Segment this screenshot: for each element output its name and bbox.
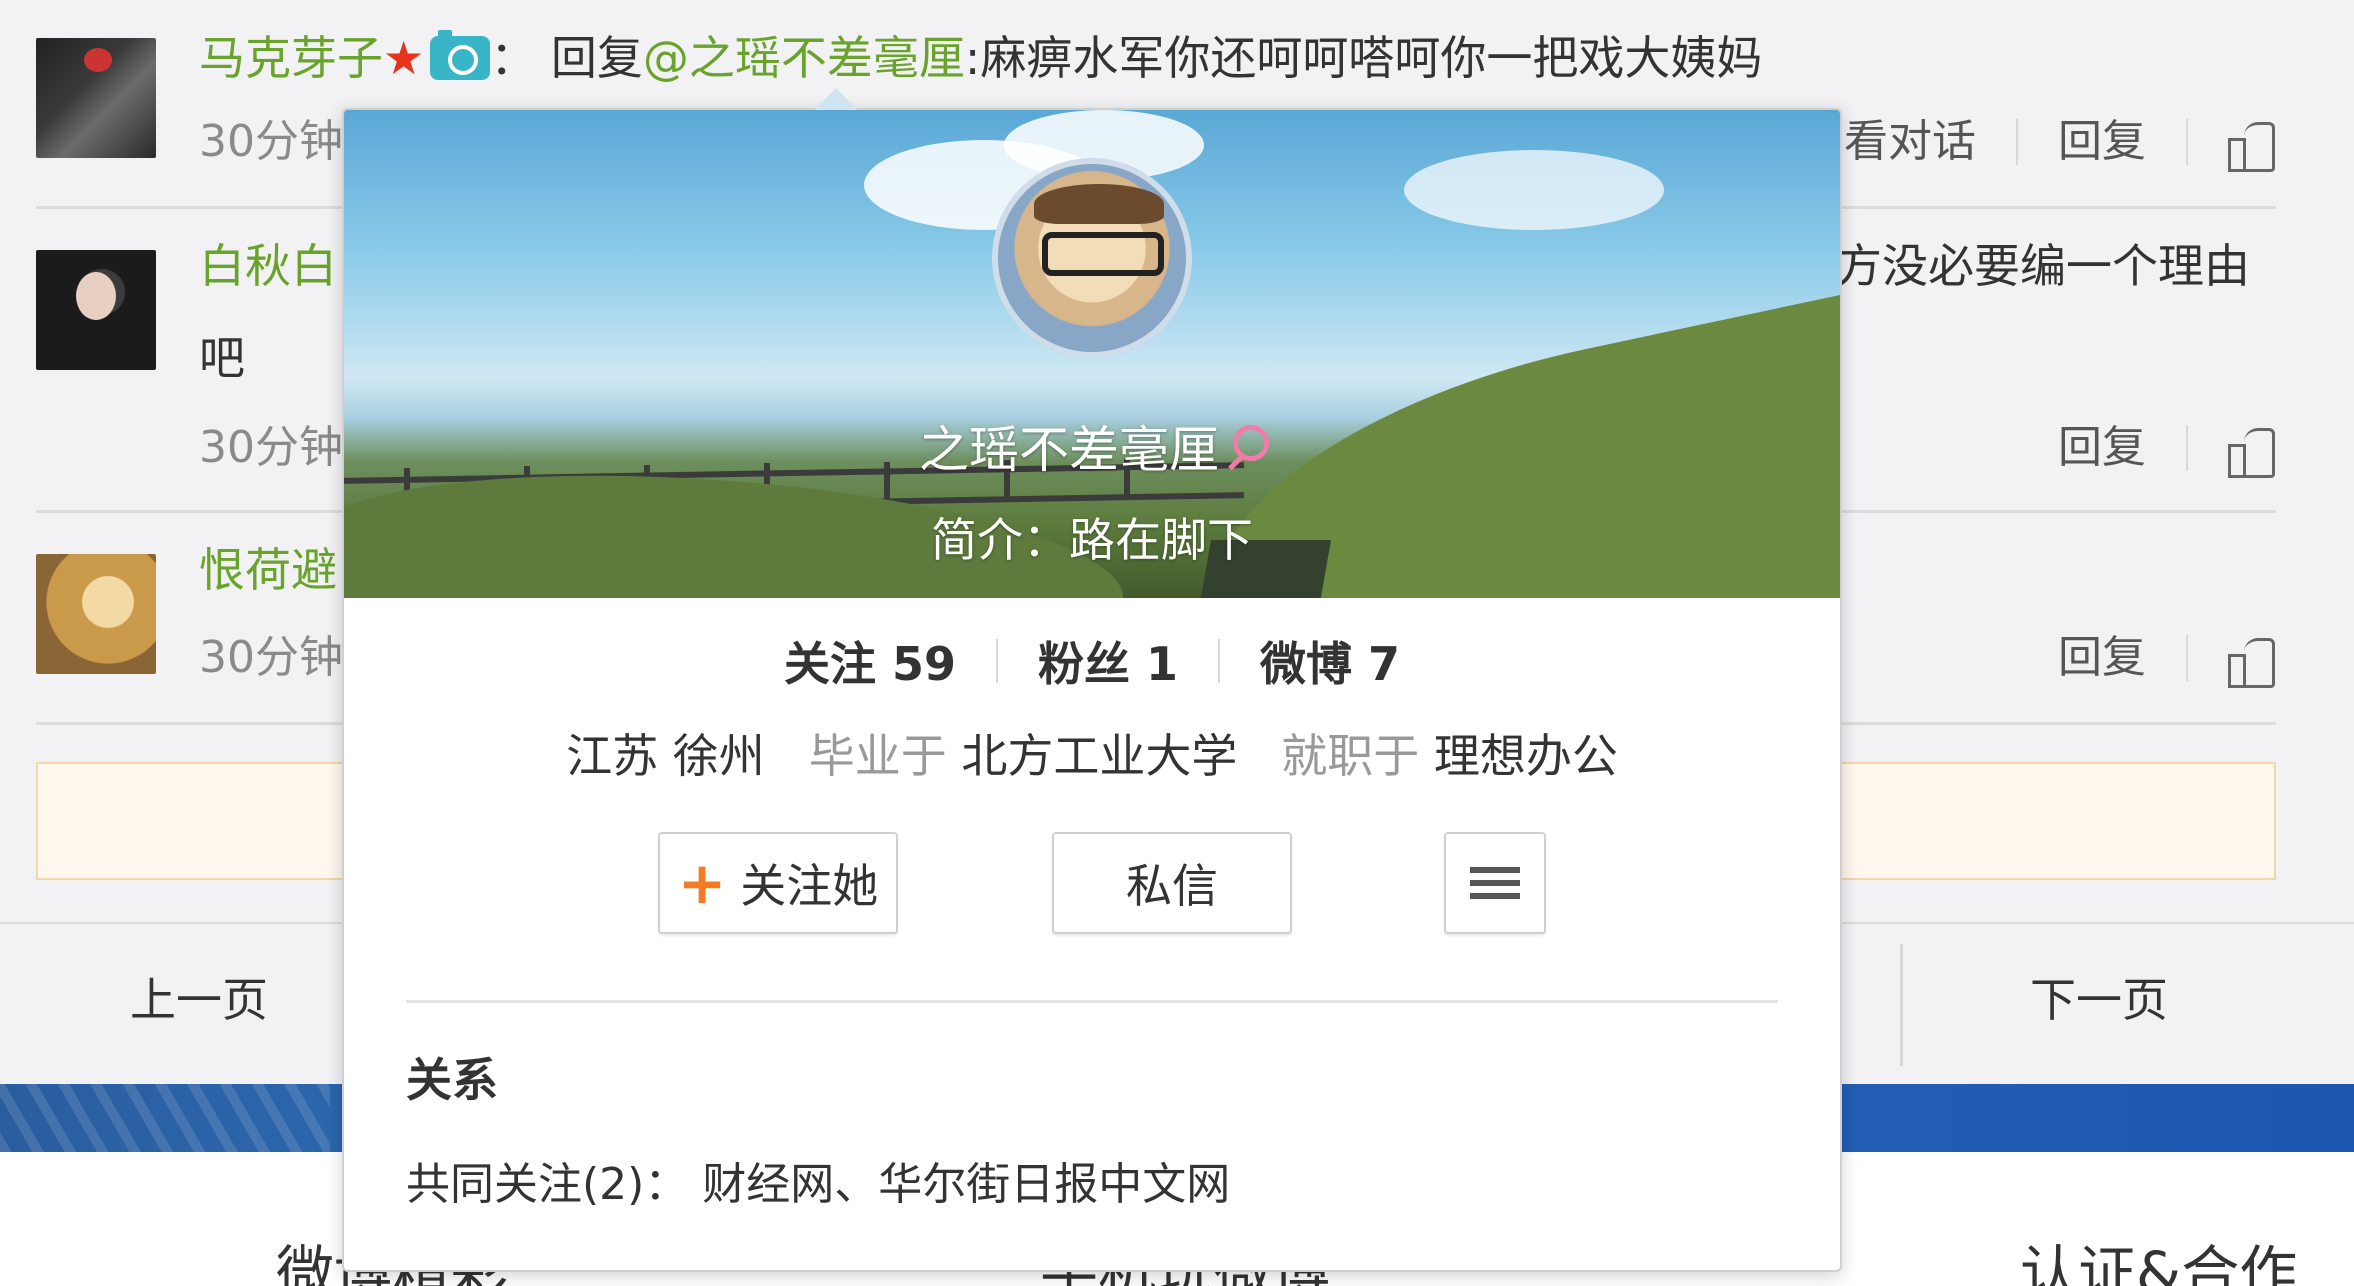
avatar[interactable] xyxy=(36,38,156,158)
profile-info: 江苏 徐州 毕业于 北方工业大学 就职于 理想办公 xyxy=(344,720,1840,786)
comment-time: 30分钟 xyxy=(199,422,343,473)
stat-following[interactable]: 关注 59 xyxy=(784,628,956,694)
reply-link[interactable]: 回复 xyxy=(2058,628,2146,688)
profile-card: 之瑶不差毫厘 简介：路在脚下 关注 59 粉丝 1 微博 7 江苏 徐州 毕业于… xyxy=(342,88,1842,1272)
comment-username[interactable]: 恨荷避 xyxy=(199,543,337,597)
star-icon: ★ xyxy=(383,31,425,85)
comment-actions: 看对话 回复 xyxy=(1844,112,2276,172)
avatar[interactable] xyxy=(36,250,156,370)
profile-name[interactable]: 之瑶不差毫厘 xyxy=(344,410,1840,482)
comment-username[interactable]: 马克芽子 xyxy=(199,31,383,85)
comment-time: 30分钟 xyxy=(199,632,343,683)
comment-body: :麻痹水军你还呵呵嗒呵你一把戏大姨妈 xyxy=(964,31,1763,85)
comment-text: 白秋白 xyxy=(199,236,337,296)
mention-link[interactable]: @之瑶不差毫厘 xyxy=(643,31,965,85)
profile-bio: 简介：路在脚下 xyxy=(931,513,1253,567)
plus-icon: + xyxy=(677,849,727,917)
comment-username[interactable]: 白秋白 xyxy=(199,239,337,293)
stat-posts[interactable]: 微博 7 xyxy=(1260,628,1400,694)
profile-company: 理想办公 xyxy=(1433,729,1618,783)
relation-title: 关系 xyxy=(406,1053,498,1107)
stat-followers[interactable]: 粉丝 1 xyxy=(1038,628,1178,694)
next-page-button[interactable]: 下一页 xyxy=(2030,964,2168,1030)
menu-icon xyxy=(1470,865,1520,901)
separator xyxy=(2186,635,2188,681)
comment-text-line2: 吧 xyxy=(199,331,245,385)
separator xyxy=(1218,639,1221,683)
separator xyxy=(2186,119,2188,165)
footer-link-verification[interactable]: 认证&合作 xyxy=(2020,1226,2297,1286)
separator xyxy=(995,639,998,683)
profile-avatar[interactable] xyxy=(992,158,1192,358)
reply-link[interactable]: 回复 xyxy=(2058,112,2146,172)
like-icon[interactable] xyxy=(2228,424,2276,478)
separator xyxy=(2186,425,2188,471)
reply-link[interactable]: 回复 xyxy=(2058,418,2146,478)
divider xyxy=(406,1000,1778,1003)
comment-text: 恨荷避 xyxy=(199,540,337,600)
comment-time: 30分钟 xyxy=(199,116,343,167)
profile-stats: 关注 59 粉丝 1 微博 7 xyxy=(344,628,1840,694)
comment-text-continued: 方没必要编一个理由 xyxy=(1836,239,2250,293)
comment-actions: 回复 xyxy=(2058,418,2276,478)
camera-icon xyxy=(430,30,491,80)
mutual-follow[interactable]: 共同关注(2)： 财经网、华尔街日报中文网 xyxy=(406,1148,1230,1212)
separator xyxy=(1900,944,1903,1066)
profile-school: 北方工业大学 xyxy=(961,729,1238,783)
prev-page-button[interactable]: 上一页 xyxy=(130,964,268,1030)
separator xyxy=(2016,119,2018,165)
like-icon[interactable] xyxy=(2228,634,2276,688)
follow-button[interactable]: + 关注她 xyxy=(658,832,898,934)
comment-actions: 回复 xyxy=(2058,628,2276,688)
female-icon xyxy=(1225,425,1269,471)
view-conversation-link[interactable]: 看对话 xyxy=(1844,112,1976,172)
profile-location: 江苏 徐州 xyxy=(566,729,765,783)
more-menu-button[interactable] xyxy=(1444,832,1546,934)
edu-prefix: 毕业于 xyxy=(808,729,947,783)
comment-text: 马克芽子★ ： 回复@之瑶不差毫厘:麻痹水军你还呵呵嗒呵你一把戏大姨妈 xyxy=(199,28,1762,88)
avatar[interactable] xyxy=(36,554,156,674)
job-prefix: 就职于 xyxy=(1281,729,1420,783)
message-button[interactable]: 私信 xyxy=(1052,832,1292,934)
reply-prefix: 回复 xyxy=(550,31,643,85)
separator: ： xyxy=(490,31,537,85)
card-pointer xyxy=(814,88,858,110)
like-icon[interactable] xyxy=(2228,118,2276,172)
